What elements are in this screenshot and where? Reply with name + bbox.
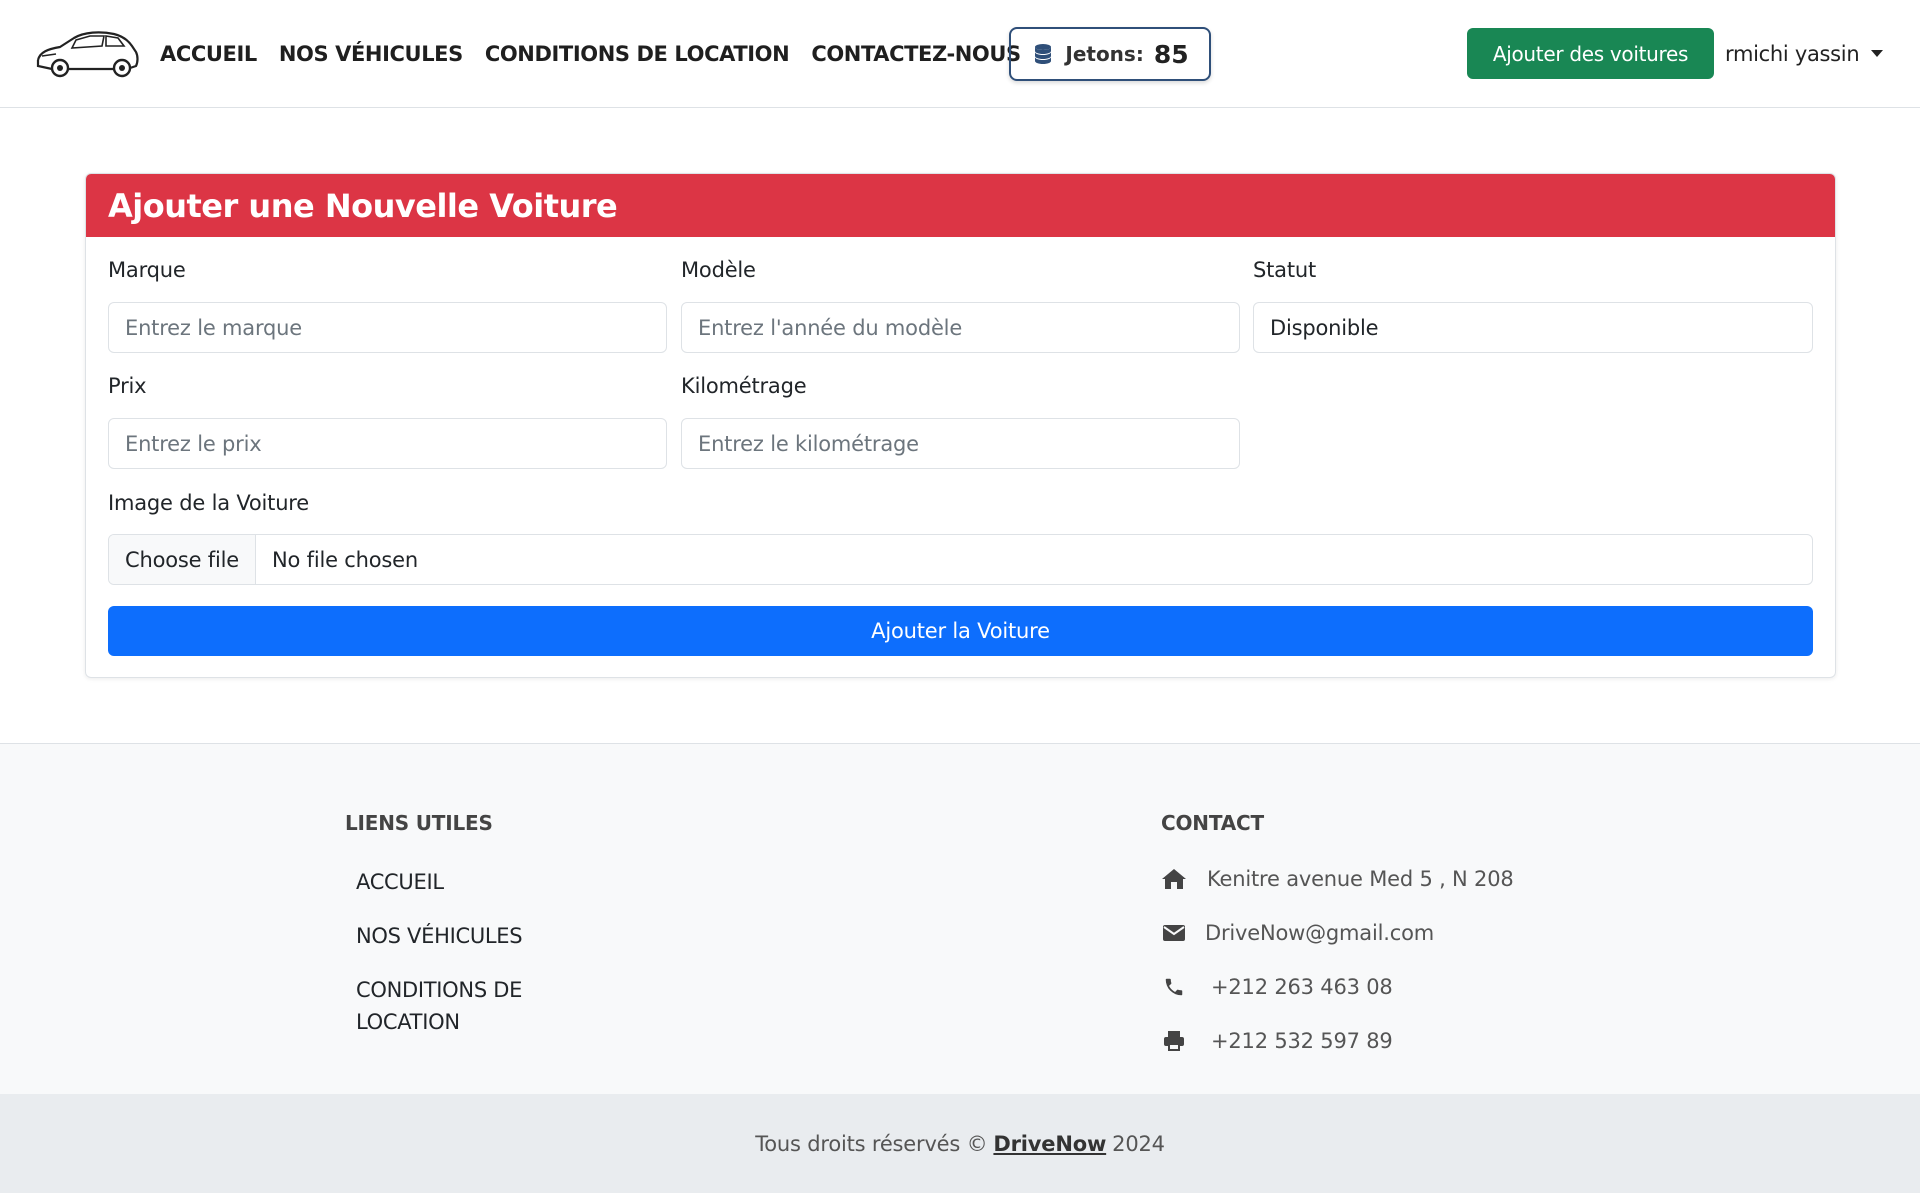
copyright-text: Tous droits réservés © [755, 1131, 988, 1156]
coins-icon [1035, 44, 1052, 64]
copyright-year: 2024 [1112, 1131, 1165, 1156]
add-cars-button[interactable]: Ajouter des voitures [1467, 28, 1714, 79]
tokens-badge[interactable]: Jetons: 85 [1009, 27, 1211, 81]
card-title: Ajouter une Nouvelle Voiture [86, 174, 1835, 237]
prix-input[interactable]: Entrez le prix [108, 418, 667, 469]
tokens-value: 85 [1153, 39, 1189, 69]
user-menu-dropdown[interactable]: rmichi yassin [1725, 28, 1884, 79]
brand-link[interactable]: DriveNow [993, 1132, 1106, 1156]
phone-icon [1161, 974, 1187, 1000]
statut-label: Statut [1253, 258, 1317, 282]
caret-down-icon [1871, 50, 1884, 57]
kilometrage-label: Kilométrage [681, 374, 807, 398]
nav-link-conditions[interactable]: CONDITIONS DE LOCATION [485, 42, 790, 66]
envelope-icon [1161, 920, 1187, 946]
contact-phone: +212 263 463 08 [1161, 974, 1393, 1000]
nav-link-vehicules[interactable]: NOS VÉHICULES [279, 42, 463, 66]
user-name: rmichi yassin [1725, 41, 1860, 66]
main-nav: ACCUEIL NOS VÉHICULES CONDITIONS DE LOCA… [160, 0, 1043, 108]
car-logo[interactable] [34, 22, 142, 82]
footer-link-location[interactable]: LOCATION [356, 1006, 460, 1038]
fax-text: +212 532 597 89 [1211, 1029, 1393, 1053]
image-label: Image de la Voiture [108, 491, 310, 515]
copyright-bar: Tous droits réservés © DriveNow 2024 [0, 1094, 1920, 1193]
navbar: ACCUEIL NOS VÉHICULES CONDITIONS DE LOCA… [0, 0, 1920, 108]
contact-address: Kenitre avenue Med 5 , N 208 [1161, 866, 1514, 892]
contact-fax: +212 532 597 89 [1161, 1028, 1393, 1054]
modele-label: Modèle [681, 258, 756, 282]
footer-link-accueil[interactable]: ACCUEIL [356, 866, 444, 898]
home-icon [1161, 866, 1187, 892]
footer-link-conditions[interactable]: CONDITIONS DE [356, 974, 522, 1006]
contact-email: DriveNow@gmail.com [1161, 920, 1434, 946]
marque-label: Marque [108, 258, 186, 282]
contact-heading: CONTACT [1161, 811, 1264, 835]
footer: LIENS UTILES ACCUEIL NOS VÉHICULES CONDI… [0, 743, 1920, 1094]
useful-links-heading: LIENS UTILES [345, 811, 493, 835]
file-status: No file chosen [272, 547, 418, 572]
prix-label: Prix [108, 374, 147, 398]
image-file-input[interactable]: Choose file No file chosen [108, 534, 1813, 585]
statut-select[interactable]: Disponible [1253, 302, 1813, 353]
tokens-label: Jetons: [1065, 42, 1144, 66]
add-car-card: Ajouter une Nouvelle Voiture Marque Entr… [85, 173, 1836, 678]
marque-input[interactable]: Entrez le marque [108, 302, 667, 353]
nav-link-contact[interactable]: CONTACTEZ-NOUS [811, 42, 1021, 66]
phone-text[interactable]: +212 263 463 08 [1211, 975, 1393, 999]
submit-add-car-button[interactable]: Ajouter la Voiture [108, 606, 1813, 656]
printer-icon [1161, 1028, 1187, 1054]
footer-link-vehicules[interactable]: NOS VÉHICULES [356, 920, 523, 952]
nav-link-accueil[interactable]: ACCUEIL [160, 42, 257, 66]
email-text[interactable]: DriveNow@gmail.com [1205, 921, 1434, 945]
choose-file-button[interactable]: Choose file [109, 535, 256, 584]
modele-input[interactable]: Entrez l'année du modèle [681, 302, 1240, 353]
kilometrage-input[interactable]: Entrez le kilométrage [681, 418, 1240, 469]
address-text: Kenitre avenue Med 5 , N 208 [1207, 867, 1514, 891]
